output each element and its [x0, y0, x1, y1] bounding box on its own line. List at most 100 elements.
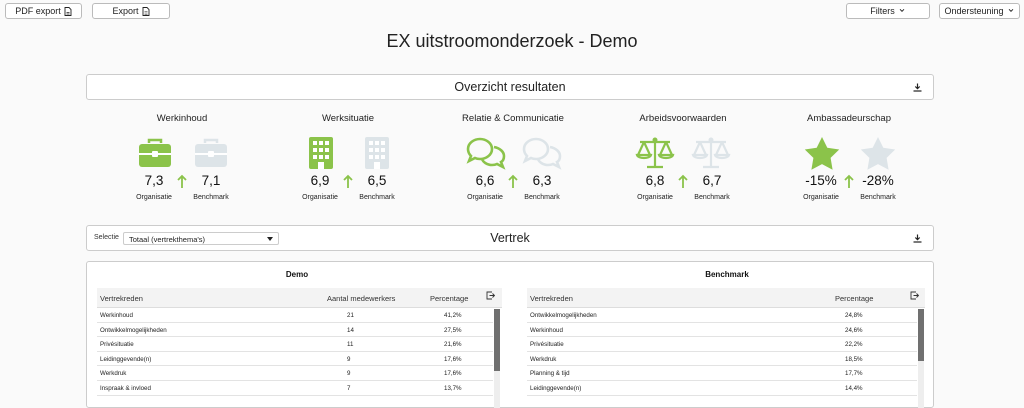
- download-icon[interactable]: [913, 234, 922, 243]
- cell-aantal: 14: [347, 326, 354, 334]
- cell-reden: Leidinggevende(n): [100, 355, 152, 363]
- table-row[interactable]: Leidinggevende(n) 14,4%: [527, 381, 917, 396]
- cell-reden: Leidinggevende(n): [530, 384, 582, 392]
- page-title: EX uitstroomonderzoek - Demo: [386, 31, 638, 51]
- cell-reden: Werkinhoud: [100, 312, 133, 319]
- export-button[interactable]: Export: [92, 3, 170, 19]
- benchmark-table-title: Benchmark: [705, 270, 749, 279]
- export-table-icon[interactable]: [486, 291, 495, 300]
- org-label: Organisatie: [637, 194, 673, 201]
- table-row[interactable]: Werkinhoud 21 41,2%: [97, 308, 493, 323]
- filters-button[interactable]: Filters: [846, 3, 930, 19]
- download-icon[interactable]: [913, 83, 922, 92]
- metric-title: Ambassadeurschap: [807, 113, 891, 124]
- briefcase-icon: [139, 138, 171, 167]
- pdf-export-button[interactable]: PDF export: [5, 3, 82, 19]
- overview-header: Overzicht resultaten: [86, 74, 934, 100]
- cell-reden: Ontwikkelmogelijkheden: [530, 312, 597, 319]
- org-label: Organisatie: [302, 194, 338, 201]
- chevron-down-icon: [899, 9, 905, 12]
- selectie-dropdown[interactable]: Totaal (vertrekthema's): [123, 232, 279, 245]
- org-value: 6,8: [645, 173, 665, 188]
- table-row[interactable]: Werkinhoud 24,6%: [527, 323, 917, 338]
- cell-pct: 41,2%: [444, 312, 462, 319]
- bench-label: Benchmark: [359, 194, 395, 201]
- metric-title: Werksituatie: [321, 113, 375, 124]
- table-row[interactable]: Planning & tijd 17,7%: [527, 366, 917, 381]
- bench-label: Benchmark: [694, 194, 730, 201]
- scrollbar-thumb[interactable]: [494, 309, 500, 371]
- cell-pct: 24,8%: [845, 312, 863, 319]
- table-row[interactable]: Ontwikkelmogelijkheden 24,8%: [527, 308, 917, 323]
- scrollbar-thumb[interactable]: [918, 309, 924, 361]
- cell-reden: Inspraak & invloed: [100, 384, 151, 392]
- bench-value: 6,7: [702, 173, 722, 188]
- cell-reden: Werkdruk: [530, 355, 557, 363]
- org-value: 6,9: [310, 173, 330, 188]
- bench-label: Benchmark: [860, 194, 896, 201]
- benchmark-table-header: Vertrekreden Percentage: [527, 288, 925, 308]
- bench-value: -28%: [862, 173, 894, 188]
- briefcase-icon: [195, 138, 227, 167]
- support-button[interactable]: Ondersteuning: [939, 3, 1020, 19]
- org-label: Organisatie: [467, 194, 503, 201]
- table-row[interactable]: Privésituatie 22,2%: [527, 337, 917, 352]
- metric-werkinhoud: Werkinhoud: [112, 113, 252, 124]
- selectie-value: Totaal (vertrekthema's): [129, 235, 206, 244]
- building-icon: [365, 137, 389, 169]
- chat-bubbles-icon: [466, 137, 506, 170]
- cell-pct: 13,7%: [444, 384, 462, 392]
- demo-table-header: Vertrekreden Aantal medewerkers Percenta…: [97, 288, 502, 308]
- metric-pair-relatie-communicatie: 6,6 6,3 Organisatie Benchmark: [455, 136, 605, 206]
- col-percentage: Percentage: [430, 294, 469, 303]
- export-table-icon[interactable]: [910, 291, 919, 300]
- filters-label: Filters: [870, 6, 895, 16]
- metric-title: Arbeidsvoorwaarden: [639, 113, 727, 124]
- scale-icon: [635, 137, 675, 169]
- caret-down-icon: [267, 237, 273, 241]
- org-value: 7,3: [144, 173, 164, 188]
- cell-reden: Privésituatie: [100, 341, 134, 349]
- scale-icon: [691, 137, 731, 169]
- demo-table-scrollbar[interactable]: [494, 309, 500, 408]
- benchmark-table-scrollbar[interactable]: [918, 309, 924, 408]
- cell-reden: Planning & tijd: [530, 370, 570, 378]
- vertrek-tables-panel: Demo Vertrekreden Aantal medewerkers Per…: [86, 261, 934, 408]
- table-row[interactable]: Inspraak & invloed 7 13,7%: [97, 381, 493, 396]
- chat-bubbles-icon: [522, 137, 562, 170]
- support-label: Ondersteuning: [944, 6, 1004, 16]
- table-row[interactable]: Ontwikkelmogelijkheden 14 27,5%: [97, 323, 493, 338]
- metric-pair-werksituatie: 6,9 6,5 Organisatie Benchmark: [290, 136, 440, 206]
- metric-pair-ambassadeurschap: -15% -28% Organisatie Benchmark: [791, 136, 941, 206]
- demo-table-body: Werkinhoud 21 41,2% Ontwikkelmogelijkheden…: [97, 308, 493, 408]
- table-row[interactable]: Werkdruk 18,5%: [527, 352, 917, 367]
- table-row[interactable]: Werkdruk 9 17,6%: [97, 366, 493, 381]
- bench-value: 7,1: [201, 173, 221, 188]
- metric-ambassadeurschap: Ambassadeurschap: [779, 113, 919, 124]
- pdf-file-icon: [64, 6, 72, 16]
- selectie-label: Selectie: [94, 234, 119, 241]
- building-icon: [309, 137, 333, 169]
- cell-pct: 18,5%: [845, 355, 863, 363]
- cell-pct: 22,2%: [845, 341, 863, 349]
- cell-aantal: 9: [347, 370, 351, 378]
- table-row[interactable]: Leidinggevende(n) 9 17,6%: [97, 352, 493, 367]
- cell-reden: Werkinhoud: [530, 326, 563, 334]
- export-label: Export: [112, 6, 139, 16]
- vertrek-header: Vertrek Selectie Totaal (vertrekthema's): [86, 225, 934, 251]
- cell-pct: 17,6%: [444, 370, 462, 378]
- bench-value: 6,5: [367, 173, 387, 188]
- metric-arbeidsvoorwaarden: Arbeidsvoorwaarden: [613, 113, 753, 124]
- overview-title: Overzicht resultaten: [454, 80, 566, 94]
- metric-relatie-communicatie: Relatie & Communicatie: [443, 113, 583, 124]
- table-row[interactable]: Privésituatie 11 21,6%: [97, 337, 493, 352]
- cell-pct: 24,6%: [845, 326, 863, 334]
- col-vertrekreden: Vertrekreden: [530, 294, 573, 303]
- cell-aantal: 9: [347, 355, 351, 363]
- star-icon: [804, 137, 840, 170]
- metric-pair-werkinhoud: 7,3 7,1 Organisatie Benchmark: [124, 136, 274, 206]
- col-vertrekreden: Vertrekreden: [100, 294, 143, 303]
- org-value: 6,6: [475, 173, 495, 188]
- pdf-export-label: PDF export: [15, 6, 61, 16]
- chevron-down-icon: [1008, 9, 1013, 12]
